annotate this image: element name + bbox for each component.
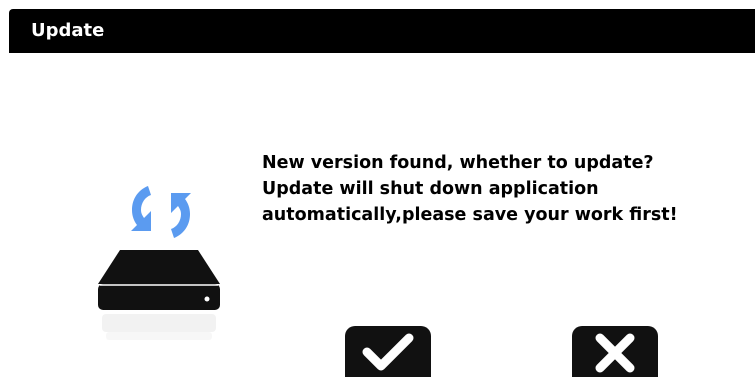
message-line: automatically,please save your work firs… [262, 205, 678, 225]
update-message: New version found, whether to update? Up… [262, 150, 752, 228]
close-icon [595, 333, 635, 373]
update-dialog: Update New version found, whether to upd… [0, 0, 755, 377]
message-line: Update will shut down application [262, 179, 599, 199]
confirm-button[interactable] [345, 326, 431, 377]
cancel-button[interactable] [572, 326, 658, 377]
message-line: New version found, whether to update? [262, 153, 654, 173]
disk-update-icon [96, 180, 228, 350]
checkmark-icon [362, 333, 414, 371]
window-title: Update [31, 20, 105, 41]
hard-drive-icon [98, 250, 220, 340]
refresh-icon [131, 186, 191, 238]
title-bar[interactable]: Update [9, 9, 755, 53]
